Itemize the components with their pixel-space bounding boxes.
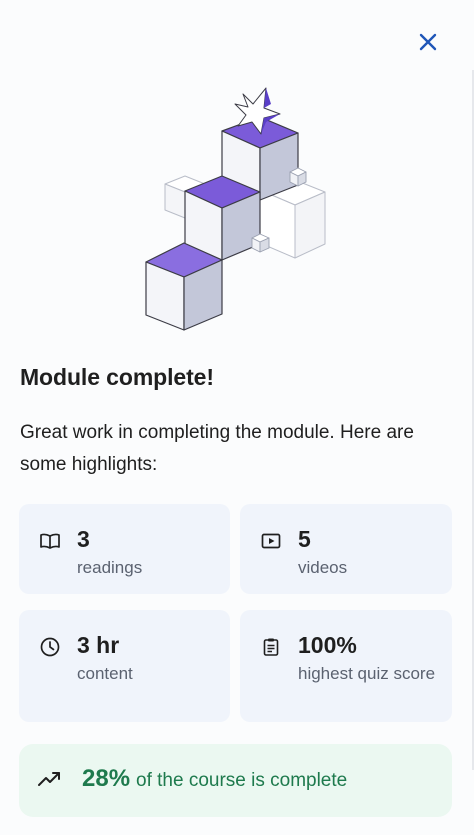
close-icon (419, 33, 437, 51)
quiz-score-value: 100% (298, 632, 357, 658)
clipboard-icon (263, 638, 279, 656)
trending-up-icon (38, 772, 60, 786)
book-icon (40, 533, 60, 549)
highlight-card-quiz-score: 100% highest quiz score (240, 610, 452, 722)
quiz-score-label: highest quiz score (298, 664, 436, 683)
module-complete-illustration (145, 87, 326, 331)
course-progress-banner: 28% of the course is complete (19, 744, 452, 817)
clock-icon (40, 637, 60, 657)
page-title: Module complete! (20, 364, 214, 390)
video-icon (261, 533, 281, 549)
content-label: content (77, 664, 133, 683)
highlight-card-videos: 5 videos (240, 504, 452, 594)
progress-percent: 28% (82, 765, 131, 792)
videos-count: 5 (298, 526, 311, 552)
page-subtitle: Great work in completing the module. Her… (20, 422, 414, 475)
highlight-card-content: 3 hr content (19, 610, 230, 722)
videos-label: videos (298, 558, 348, 577)
module-complete-page: Module complete! Great work in completin… (0, 0, 474, 835)
readings-count: 3 (77, 526, 90, 552)
highlight-card-readings: 3 readings (19, 504, 230, 594)
content-hours: 3 hr (77, 632, 120, 658)
close-button[interactable] (412, 26, 444, 58)
progress-text: of the course is complete (136, 770, 348, 791)
readings-label: readings (77, 558, 143, 577)
